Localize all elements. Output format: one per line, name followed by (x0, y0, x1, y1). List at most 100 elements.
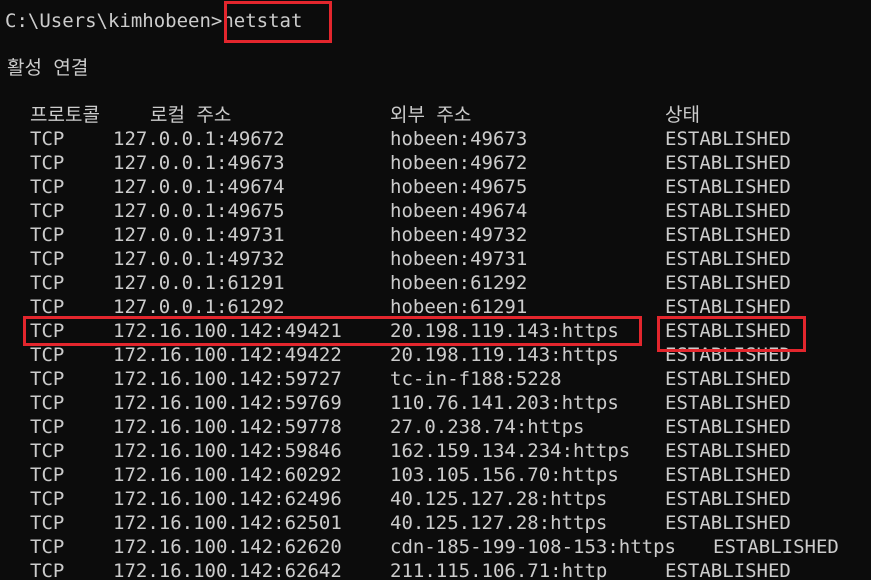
row-foreign-address: hobeen:49675 (390, 176, 528, 198)
header-foreign-address: 외부 주소 (390, 104, 472, 126)
row-state: ESTABLISHED (665, 440, 791, 462)
row-foreign-address: 211.115.106.71:http (390, 560, 608, 580)
row-state: ESTABLISHED (665, 320, 791, 342)
table-row: TCP 172.16.100.142:62496 40.125.127.28:htt… (0, 487, 871, 511)
row-protocol: TCP (30, 248, 65, 270)
section-title: 활성 연결 (7, 57, 89, 79)
row-state: ESTABLISHED (665, 200, 791, 222)
row-protocol: TCP (30, 320, 65, 342)
table-row: TCP 127.0.0.1:61292 hobeen:61291 ESTABLISHE… (0, 295, 871, 319)
row-foreign-address: tc-in-f188:5228 (390, 368, 562, 390)
table-row: TCP 172.16.100.142:49422 20.198.119.143:ht… (0, 343, 871, 367)
row-protocol: TCP (30, 536, 65, 558)
table-row: TCP 127.0.0.1:49675 hobeen:49674 ESTABLISHE… (0, 199, 871, 223)
row-local-address: 172.16.100.142:59778 (113, 416, 342, 438)
row-foreign-address: hobeen:49673 (390, 128, 528, 150)
table-row: TCP 172.16.100.142:62620 cdn-185-199-108-1… (0, 535, 871, 559)
command-prompt: C:\Users\kimhobeen>netstat (5, 9, 302, 33)
row-state: ESTABLISHED (713, 536, 839, 558)
row-local-address: 127.0.0.1:49732 (113, 248, 285, 270)
table-row: TCP 172.16.100.142:49421 20.198.119.143:ht… (0, 319, 871, 343)
table-row: TCP 127.0.0.1:49673 hobeen:49672 ESTABLISHE… (0, 151, 871, 175)
row-state: ESTABLISHED (665, 392, 791, 414)
row-protocol: TCP (30, 368, 65, 390)
row-local-address: 127.0.0.1:49675 (113, 200, 285, 222)
row-protocol: TCP (30, 512, 65, 534)
table-header: 프로토콜 로컬 주소 외부 주소 상태 (0, 103, 871, 127)
row-protocol: TCP (30, 200, 65, 222)
row-state: ESTABLISHED (665, 416, 791, 438)
row-foreign-address: 27.0.238.74:https (390, 416, 585, 438)
row-foreign-address: 20.198.119.143:https (390, 344, 619, 366)
row-local-address: 172.16.100.142:59727 (113, 368, 342, 390)
row-foreign-address: hobeen:49731 (390, 248, 528, 270)
row-state: ESTABLISHED (665, 464, 791, 486)
row-local-address: 172.16.100.142:59769 (113, 392, 342, 414)
header-state: 상태 (665, 104, 700, 126)
row-state: ESTABLISHED (665, 512, 791, 534)
row-local-address: 172.16.100.142:49421 (113, 320, 342, 342)
table-row: TCP 172.16.100.142:62501 40.125.127.28:htt… (0, 511, 871, 535)
table-row: TCP 172.16.100.142:59778 27.0.238.74:https… (0, 415, 871, 439)
row-local-address: 127.0.0.1:49673 (113, 152, 285, 174)
row-protocol: TCP (30, 128, 65, 150)
row-local-address: 127.0.0.1:61292 (113, 296, 285, 318)
row-foreign-address: 103.105.156.70:https (390, 464, 619, 486)
row-protocol: TCP (30, 392, 65, 414)
row-protocol: TCP (30, 272, 65, 294)
row-local-address: 172.16.100.142:49422 (113, 344, 342, 366)
row-foreign-address: 40.125.127.28:https (390, 512, 608, 534)
row-foreign-address: 40.125.127.28:https (390, 488, 608, 510)
row-foreign-address: 20.198.119.143:https (390, 320, 619, 342)
header-local-address: 로컬 주소 (150, 104, 232, 126)
row-state: ESTABLISHED (665, 488, 791, 510)
row-local-address: 127.0.0.1:61291 (113, 272, 285, 294)
row-foreign-address: 110.76.141.203:https (390, 392, 619, 414)
prompt-path: C:\Users\kimhobeen> (5, 10, 223, 32)
table-row: TCP 127.0.0.1:61291 hobeen:61292 ESTABLISHE… (0, 271, 871, 295)
row-protocol: TCP (30, 344, 65, 366)
row-local-address: 127.0.0.1:49672 (113, 128, 285, 150)
table-row: TCP 172.16.100.142:62642 211.115.106.71:ht… (0, 559, 871, 580)
row-foreign-address: hobeen:49672 (390, 152, 528, 174)
table-row: TCP 172.16.100.142:59769 110.76.141.203:ht… (0, 391, 871, 415)
terminal-window[interactable]: C:\Users\kimhobeen>netstat 활성 연결 프로토콜 로컬… (0, 0, 871, 580)
row-state: ESTABLISHED (665, 128, 791, 150)
table-row: TCP 127.0.0.1:49672 hobeen:49673 ESTABLISHE… (0, 127, 871, 151)
command-text: netstat (222, 10, 303, 32)
row-local-address: 127.0.0.1:49674 (113, 176, 285, 198)
row-state: ESTABLISHED (665, 296, 791, 318)
row-foreign-address: hobeen:61291 (390, 296, 528, 318)
row-protocol: TCP (30, 224, 65, 246)
row-local-address: 172.16.100.142:62642 (113, 560, 342, 580)
row-foreign-address: cdn-185-199-108-153:https (390, 536, 676, 558)
row-state: ESTABLISHED (665, 272, 791, 294)
table-row: TCP 172.16.100.142:60292 103.105.156.70:ht… (0, 463, 871, 487)
row-foreign-address: 162.159.134.234:https (390, 440, 631, 462)
header-protocol: 프로토콜 (30, 104, 100, 126)
row-state: ESTABLISHED (665, 176, 791, 198)
table-row: TCP 172.16.100.142:59727 tc-in-f188:5228 ES… (0, 367, 871, 391)
table-row: TCP 127.0.0.1:49732 hobeen:49731 ESTABLISHE… (0, 247, 871, 271)
row-local-address: 172.16.100.142:62620 (113, 536, 342, 558)
table-row: TCP 172.16.100.142:59846 162.159.134.234:h… (0, 439, 871, 463)
row-protocol: TCP (30, 464, 65, 486)
row-local-address: 172.16.100.142:60292 (113, 464, 342, 486)
row-protocol: TCP (30, 440, 65, 462)
row-protocol: TCP (30, 488, 65, 510)
row-protocol: TCP (30, 560, 65, 580)
row-state: ESTABLISHED (665, 224, 791, 246)
table-row: TCP 127.0.0.1:49674 hobeen:49675 ESTABLISHE… (0, 175, 871, 199)
row-state: ESTABLISHED (665, 248, 791, 270)
row-protocol: TCP (30, 296, 65, 318)
row-state: ESTABLISHED (665, 368, 791, 390)
row-foreign-address: hobeen:49732 (390, 224, 528, 246)
row-state: ESTABLISHED (665, 344, 791, 366)
row-protocol: TCP (30, 152, 65, 174)
row-state: ESTABLISHED (665, 152, 791, 174)
row-protocol: TCP (30, 416, 65, 438)
table-row: TCP 127.0.0.1:49731 hobeen:49732 ESTABLISHE… (0, 223, 871, 247)
row-foreign-address: hobeen:49674 (390, 200, 528, 222)
row-state: ESTABLISHED (665, 560, 791, 580)
row-local-address: 127.0.0.1:49731 (113, 224, 285, 246)
